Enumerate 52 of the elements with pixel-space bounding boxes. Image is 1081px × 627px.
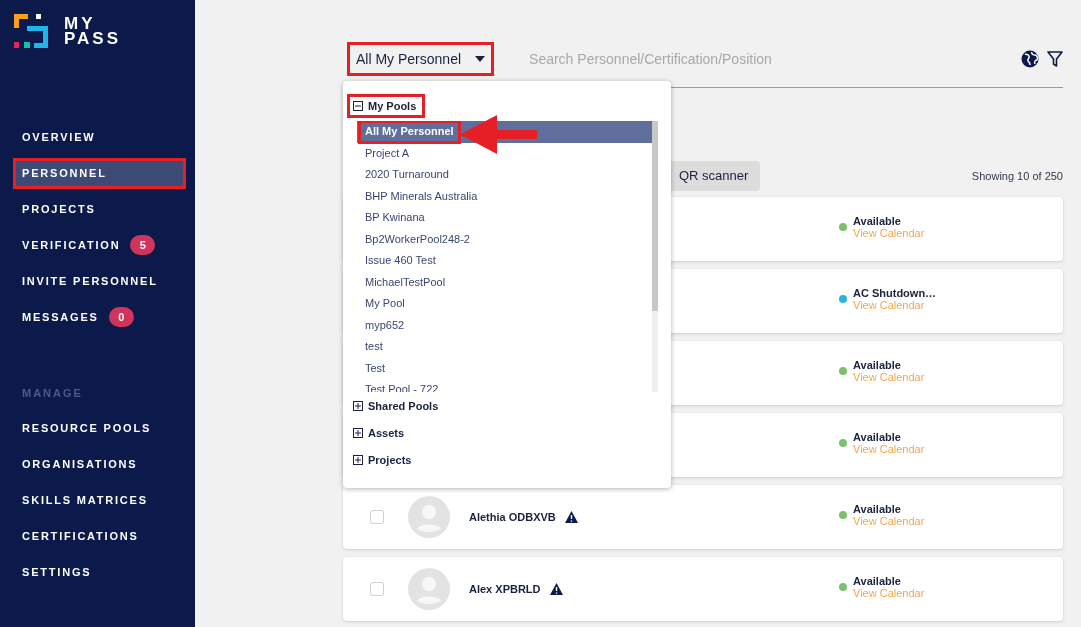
sidebar-item[interactable]: SETTINGS	[14, 557, 100, 587]
filter-icon[interactable]	[1047, 50, 1063, 68]
sidebar-item[interactable]: PERSONNEL	[14, 158, 185, 188]
pool-item[interactable]: 2020 Turnaround	[359, 164, 455, 186]
search-field[interactable]: Search Personnel/Certification/Position	[529, 48, 985, 70]
count-badge: 0	[108, 307, 134, 327]
collapse-icon	[353, 101, 363, 111]
status-label: Available	[853, 359, 902, 371]
sidebar-item[interactable]: PROJECTS	[14, 194, 104, 224]
checkbox[interactable]	[370, 510, 384, 524]
brand-name: PASS	[64, 31, 122, 46]
person-name: Alex XPBRLD	[469, 581, 541, 597]
status-label: Available	[853, 431, 902, 443]
personnel-card[interactable]: Alex XPBRLD Available View Calendar	[343, 557, 1063, 621]
sidebar-item[interactable]: ORGANISATIONS	[14, 449, 146, 479]
sidebar-item[interactable]: RESOURCE POOLS	[14, 413, 160, 443]
status-label: Available	[853, 575, 902, 587]
pool-item[interactable]: Bp2WorkerPool248-2	[359, 228, 476, 250]
pool-item[interactable]: Test	[359, 357, 392, 379]
globe-icon[interactable]	[1021, 50, 1039, 68]
tree-group-header[interactable]: My Pools	[348, 95, 425, 117]
scrollbar-thumb[interactable]	[652, 121, 658, 311]
expand-icon	[353, 455, 363, 465]
pool-dropdown[interactable]: All My Personnel	[348, 43, 494, 75]
status-label: Available	[853, 215, 902, 227]
logo-icon	[14, 14, 48, 48]
personnel-card[interactable]: Alethia ODBXVB Available View Calendar	[343, 485, 1063, 549]
pool-item[interactable]: myp652	[359, 314, 411, 336]
status-label: Available	[853, 503, 902, 515]
person-name: Alethia ODBXVB	[469, 509, 556, 525]
expand-icon	[353, 428, 363, 438]
section-heading: MANAGE	[22, 386, 83, 400]
avatar-icon	[408, 568, 450, 610]
avatar-icon	[408, 496, 450, 538]
pool-item[interactable]: Project A	[359, 142, 416, 164]
checkbox[interactable]	[370, 582, 384, 596]
status-label: AC Shutdown…	[853, 287, 937, 299]
count-badge: 5	[130, 235, 156, 255]
sidebar-item[interactable]: INVITE PERSONNEL	[14, 266, 166, 296]
sidebar-item[interactable]: OVERVIEW	[14, 122, 104, 152]
tree-group-header[interactable]: Assets	[348, 422, 413, 444]
results-count: Showing 10 of 250	[971, 168, 1063, 184]
sidebar-item[interactable]: MESSAGES	[14, 302, 107, 332]
tree-group-header[interactable]: Projects	[348, 449, 420, 471]
expand-icon	[353, 401, 363, 411]
pool-item[interactable]: BP Kwinana	[359, 207, 431, 229]
sidebar-item[interactable]: CERTIFICATIONS	[14, 521, 147, 551]
pool-item[interactable]: MichaelTestPool	[359, 271, 452, 293]
sidebar-item[interactable]: SKILLS MATRICES	[14, 485, 156, 515]
brand-name: MY	[64, 16, 96, 31]
sidebar-item[interactable]: VERIFICATION	[14, 230, 129, 260]
pool-item[interactable]: My Pool	[359, 293, 411, 315]
